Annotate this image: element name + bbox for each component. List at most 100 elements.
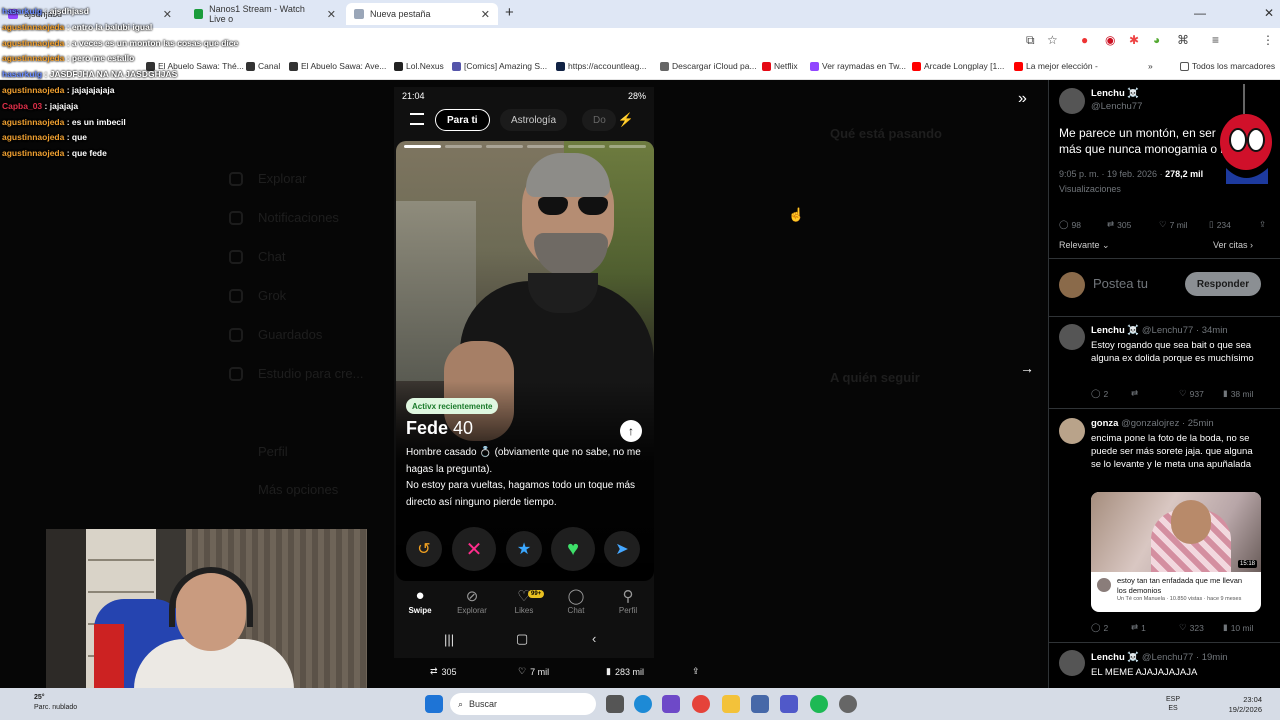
app-icon[interactable] [751,695,769,713]
nav-item[interactable]: Más opciones [258,482,338,497]
filter-icon[interactable] [410,113,424,125]
app-icon[interactable] [839,695,857,713]
more-bookmarks-icon[interactable]: » [1148,61,1153,71]
bookmark[interactable]: Netflix [762,61,798,71]
nav-item[interactable]: Estudio para cre... [258,366,364,381]
collapse-icon[interactable]: » [1018,90,1027,108]
nav-chat[interactable]: ◯ Chat [550,587,602,615]
expand-profile-icon[interactable]: ↑ [620,420,642,442]
close-window-icon[interactable]: ✕ [1264,6,1274,20]
reply-count[interactable]: ◯ 2 [1091,388,1108,399]
bookmark[interactable]: Lol.Nexus [394,61,444,71]
nav-perfil[interactable]: ⚲ Perfil [602,587,654,615]
next-arrow-icon[interactable]: → [1020,360,1034,376]
author-handle[interactable]: @Lenchu77 [1091,101,1142,112]
nav-item[interactable]: Guardados [258,327,322,342]
retweet-icon[interactable]: ⇄ [1131,388,1138,399]
like-count[interactable]: ♡ 7 mil [1159,219,1188,230]
star-icon[interactable]: ☆ [1047,33,1058,47]
tab-new[interactable]: Nueva pestaña ✕ [346,3,498,25]
all-bookmarks[interactable]: Todos los marcadores [1180,61,1275,71]
teams-icon[interactable] [780,695,798,713]
system-clock[interactable]: 23:04 19/2/2026 [1229,695,1262,715]
new-tab-button[interactable]: + [505,4,514,21]
bookmark[interactable]: https://accountleag... [556,61,646,71]
extension-icon[interactable]: ◕ [1153,33,1160,47]
like-icon[interactable]: ♥ [551,527,595,571]
sunglasses [538,197,610,215]
nope-icon[interactable]: ✕ [452,527,496,571]
recents-icon[interactable]: ||| [444,632,454,647]
reply-count[interactable]: ◯ 98 [1059,219,1081,230]
reply-button[interactable]: Responder [1185,272,1261,296]
task-view-icon[interactable] [606,695,624,713]
nav-item[interactable]: Grok [258,288,286,303]
views-stat[interactable]: ▮ 283 mil [606,666,644,677]
bookmark[interactable]: Arcade Longplay [1... [912,61,1004,71]
nav-explorar[interactable]: ⊘ Explorar [446,587,498,615]
minimize-icon[interactable]: — [1194,6,1206,20]
views-count[interactable]: ▮ 10 mil [1223,622,1253,633]
language-indicator[interactable]: ESP ES [1166,695,1180,713]
puzzle-icon[interactable]: ⌘ [1177,33,1189,47]
extension-icon[interactable]: ✱ [1129,33,1139,47]
profile-card[interactable]: Activx recientemente Fede 40 ↑ Hombre ca… [396,141,654,581]
retweet-count[interactable]: ⇄ 1 [1131,622,1146,633]
reply-author[interactable]: Lenchu ☠️ @Lenchu77 · 19min [1091,652,1228,663]
embedded-video[interactable]: 15:18 estoy tan tan enfadada que me llev… [1091,492,1261,612]
weather-widget[interactable]: 25° Parc. nublado [12,693,77,713]
extension-icon[interactable]: ◉ [1105,33,1115,47]
edge-icon[interactable] [634,695,652,713]
nav-swipe[interactable]: ● Swipe [394,587,446,615]
folder-icon[interactable] [722,695,740,713]
avatar[interactable] [1059,88,1085,114]
compose-input[interactable]: Postea tu [1093,276,1148,291]
back-icon[interactable]: ‹ [592,631,596,646]
like-count[interactable]: ♡ 323 [1179,622,1204,633]
superlike-icon[interactable]: ★ [506,531,542,567]
views-count[interactable]: ▮ 38 mil [1223,388,1253,399]
nav-item[interactable]: Notificaciones [258,210,339,225]
home-icon[interactable]: ▢ [516,631,528,647]
reply-author[interactable]: gonza @gonzalojrez · 25min [1091,418,1214,429]
tab-para-ti[interactable]: Para ti [435,109,490,131]
like-stat[interactable]: ♡ 7 mil [518,666,549,677]
retweet-count[interactable]: ⇄ 305 [1107,219,1131,230]
tab-more[interactable]: Do [582,109,616,131]
taskbar-search[interactable]: ⌕ Buscar [450,693,596,715]
bookmark[interactable]: La mejor elección - [1014,61,1098,71]
nav-likes[interactable]: ♡ 99+ Likes [498,587,550,615]
bookmark[interactable]: [Comics] Amazing S... [452,61,547,71]
chrome-icon[interactable] [692,695,710,713]
share-icon[interactable]: ⇪ [1259,219,1266,230]
tab-astrologia[interactable]: Astrología [500,109,568,131]
avatar[interactable] [1059,324,1085,350]
screenshot-icon[interactable]: ⧉ [1026,33,1035,48]
extension-icon[interactable]: ● [1081,33,1088,47]
menu-icon[interactable]: ⋮ [1262,33,1274,47]
avatar[interactable] [1059,650,1085,676]
bookmark-count[interactable]: ▯ 234 [1209,219,1231,230]
share-icon[interactable]: ⇪ [692,666,700,677]
retweet-stat[interactable]: ⇄ 305 [430,666,457,677]
like-count[interactable]: ♡ 937 [1179,388,1204,399]
quotes-link[interactable]: Ver citas › [1213,240,1253,250]
sort-dropdown[interactable]: Relevante ⌄ [1059,240,1110,251]
start-icon[interactable] [425,695,443,713]
spotify-icon[interactable] [810,695,828,713]
avatar[interactable] [1059,418,1085,444]
boost-icon[interactable]: ⚡ [618,112,634,128]
nav-item[interactable]: Chat [258,249,285,264]
reply-count[interactable]: ◯ 2 [1091,622,1108,633]
nav-item[interactable]: Perfil [258,444,288,459]
copilot-icon[interactable] [662,695,680,713]
bookmark[interactable]: Ver raymadas en Tw... [810,61,906,71]
reading-list-icon[interactable]: ≡ [1212,33,1219,47]
rewind-icon[interactable]: ↺ [406,531,442,567]
close-icon[interactable]: ✕ [481,8,490,21]
send-icon[interactable]: ➤ [604,531,640,567]
bookmark[interactable]: Descargar iCloud pa... [660,61,757,71]
nav-item[interactable]: Explorar [258,171,306,186]
reply-author[interactable]: Lenchu ☠️ @Lenchu77 · 34min [1091,325,1228,336]
author-name[interactable]: Lenchu ☠️ [1091,88,1139,99]
